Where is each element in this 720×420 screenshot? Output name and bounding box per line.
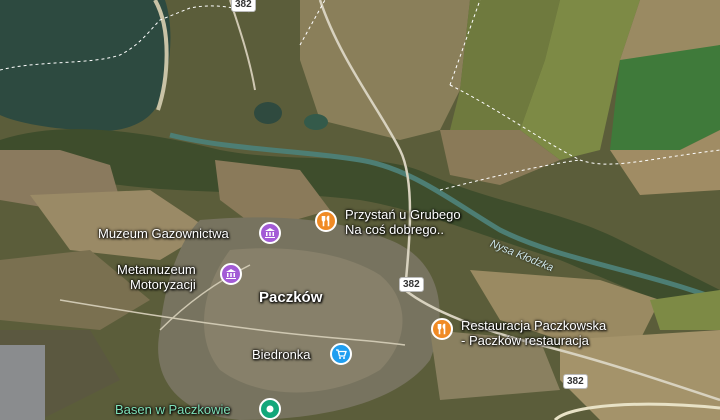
leisure-icon[interactable] xyxy=(259,398,281,420)
poi-label-metamuzeum[interactable]: Metamuzeum Motoryzacji xyxy=(117,262,196,292)
poi-label-restauracja-paczkowska[interactable]: Restauracja Paczkowska - Paczków restaur… xyxy=(461,318,606,348)
museum-icon[interactable] xyxy=(220,263,242,285)
museum-icon[interactable] xyxy=(259,222,281,244)
poi-label-przystan[interactable]: Przystań u Grubego Na coś dobrego.. xyxy=(345,207,461,237)
restaurant-icon[interactable] xyxy=(315,210,337,232)
poi-label-basen[interactable]: Basen w Paczkowie xyxy=(115,402,231,417)
poi-label-biedronka[interactable]: Biedronka xyxy=(252,347,311,362)
road-shield: 382 xyxy=(231,0,256,12)
satellite-map[interactable]: 382 382 382 Nysa Kłodzka Paczków Przysta… xyxy=(0,0,720,420)
poi-label-muzeum-gazownictwa[interactable]: Muzeum Gazownictwa xyxy=(98,226,229,241)
shopping-cart-icon[interactable] xyxy=(330,343,352,365)
town-label: Paczków xyxy=(259,289,323,306)
road-shield: 382 xyxy=(399,277,424,292)
road-shield: 382 xyxy=(563,374,588,389)
restaurant-icon[interactable] xyxy=(431,318,453,340)
